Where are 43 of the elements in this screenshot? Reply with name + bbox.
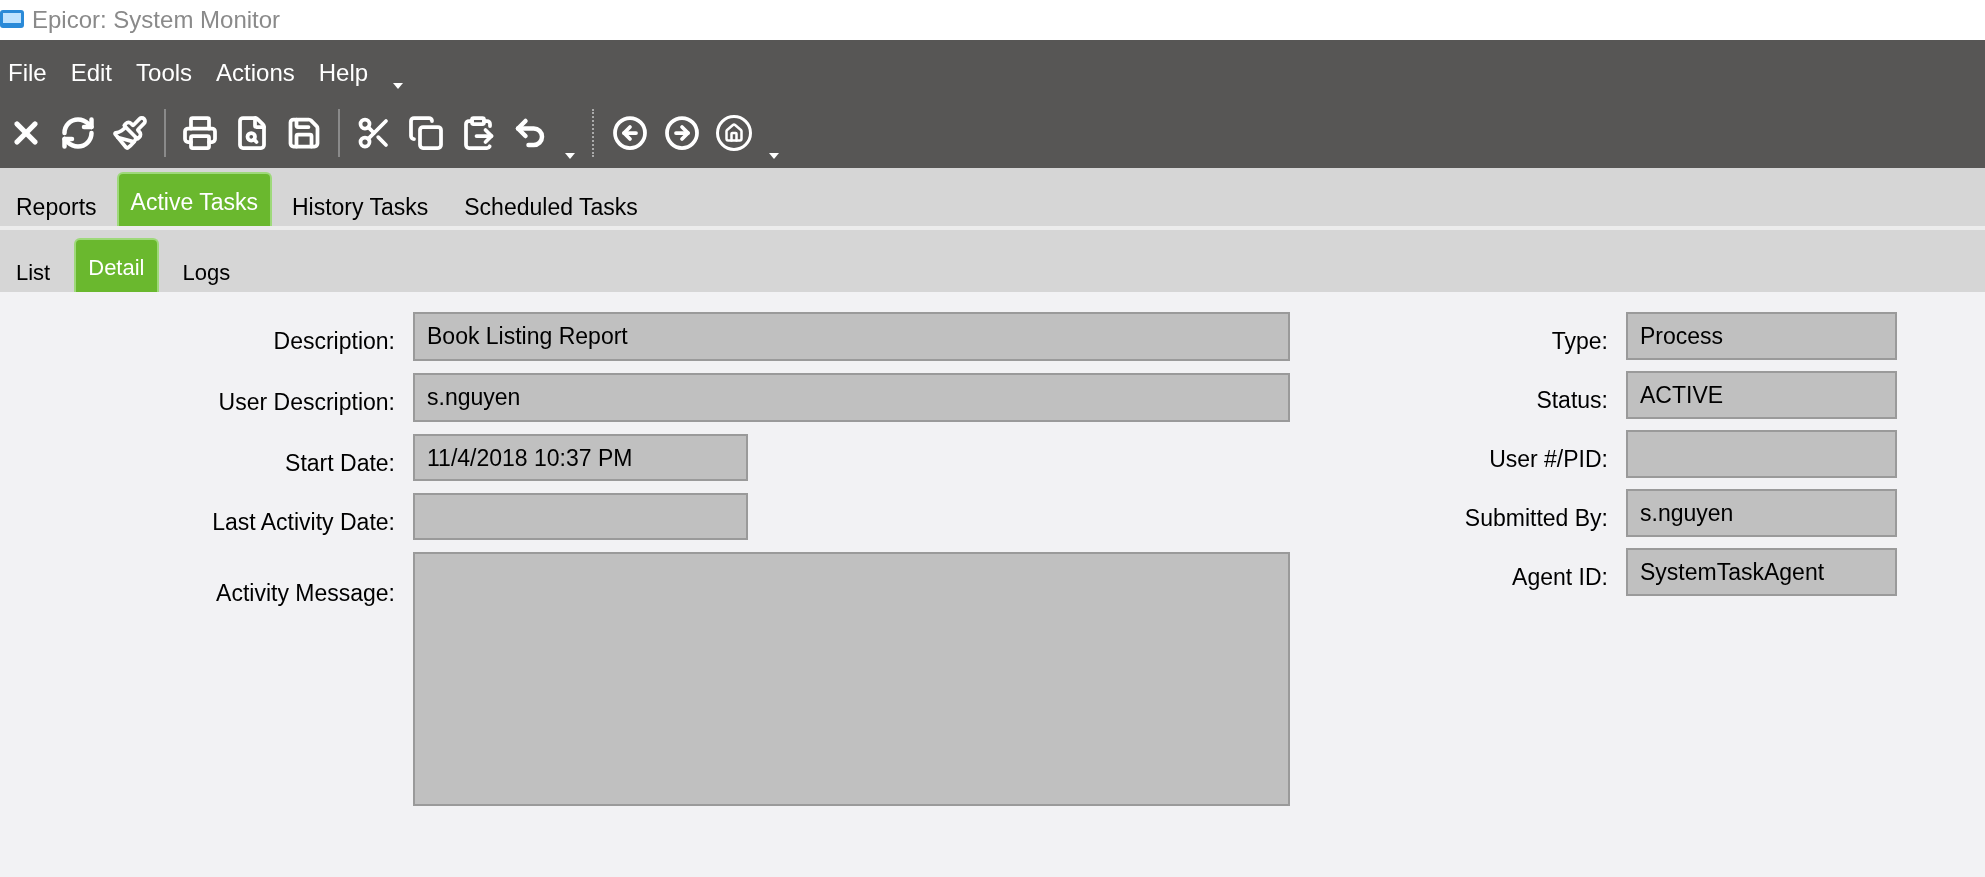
refresh-icon[interactable] [60, 115, 96, 151]
field-label: User Description: [217, 388, 395, 417]
field-label: Type: [1550, 327, 1608, 356]
menu-item[interactable]: Edit [70, 61, 113, 85]
home-icon[interactable] [716, 115, 752, 151]
menu-item[interactable]: Help [318, 61, 369, 85]
field-label: Submitted By: [1463, 504, 1608, 533]
field-label: Agent ID: [1511, 563, 1608, 592]
window-title: Epicor: System Monitor [32, 8, 281, 32]
tab[interactable]: History Tasks [275, 176, 445, 226]
back-icon[interactable] [612, 115, 648, 151]
menu-item[interactable]: Tools [136, 61, 193, 85]
forward-icon[interactable] [664, 115, 700, 151]
input-field[interactable]: 11/4/2018 10:37 PM [413, 434, 748, 481]
input-field[interactable]: s.nguyen [413, 373, 1290, 422]
save-icon[interactable] [286, 115, 322, 151]
window-icon [0, 10, 24, 30]
input-field[interactable]: s.nguyen [1626, 489, 1897, 537]
brush-icon[interactable] [112, 115, 148, 151]
copy-icon[interactable] [408, 115, 444, 151]
field-label: Start Date: [284, 449, 395, 478]
print-icon[interactable] [182, 115, 218, 151]
input-field[interactable]: Book Listing Report [413, 312, 1290, 361]
input-field[interactable]: ACTIVE [1626, 371, 1897, 419]
input-field[interactable] [413, 552, 1290, 806]
input-field[interactable] [1626, 430, 1897, 478]
input-field[interactable] [413, 493, 748, 540]
field-label: Last Activity Date: [211, 508, 395, 537]
tab[interactable]: Logs [166, 242, 247, 292]
field-label: Activity Message: [215, 579, 395, 608]
caret-icon[interactable] [768, 152, 780, 160]
input-field[interactable]: SystemTaskAgent [1626, 548, 1897, 596]
menu-item[interactable]: Actions [216, 61, 295, 85]
caret-icon[interactable] [564, 152, 576, 160]
menu-item[interactable]: File [8, 61, 47, 85]
field-label: Description: [272, 327, 395, 356]
input-field[interactable]: Process [1626, 312, 1897, 360]
tab[interactable]: List [0, 242, 67, 292]
field-label: Status: [1535, 386, 1608, 415]
field-label: User #/PID: [1488, 445, 1608, 474]
caret-icon[interactable] [392, 82, 405, 90]
tab[interactable]: Scheduled Tasks [448, 176, 654, 226]
tab[interactable]: Reports [0, 176, 113, 226]
